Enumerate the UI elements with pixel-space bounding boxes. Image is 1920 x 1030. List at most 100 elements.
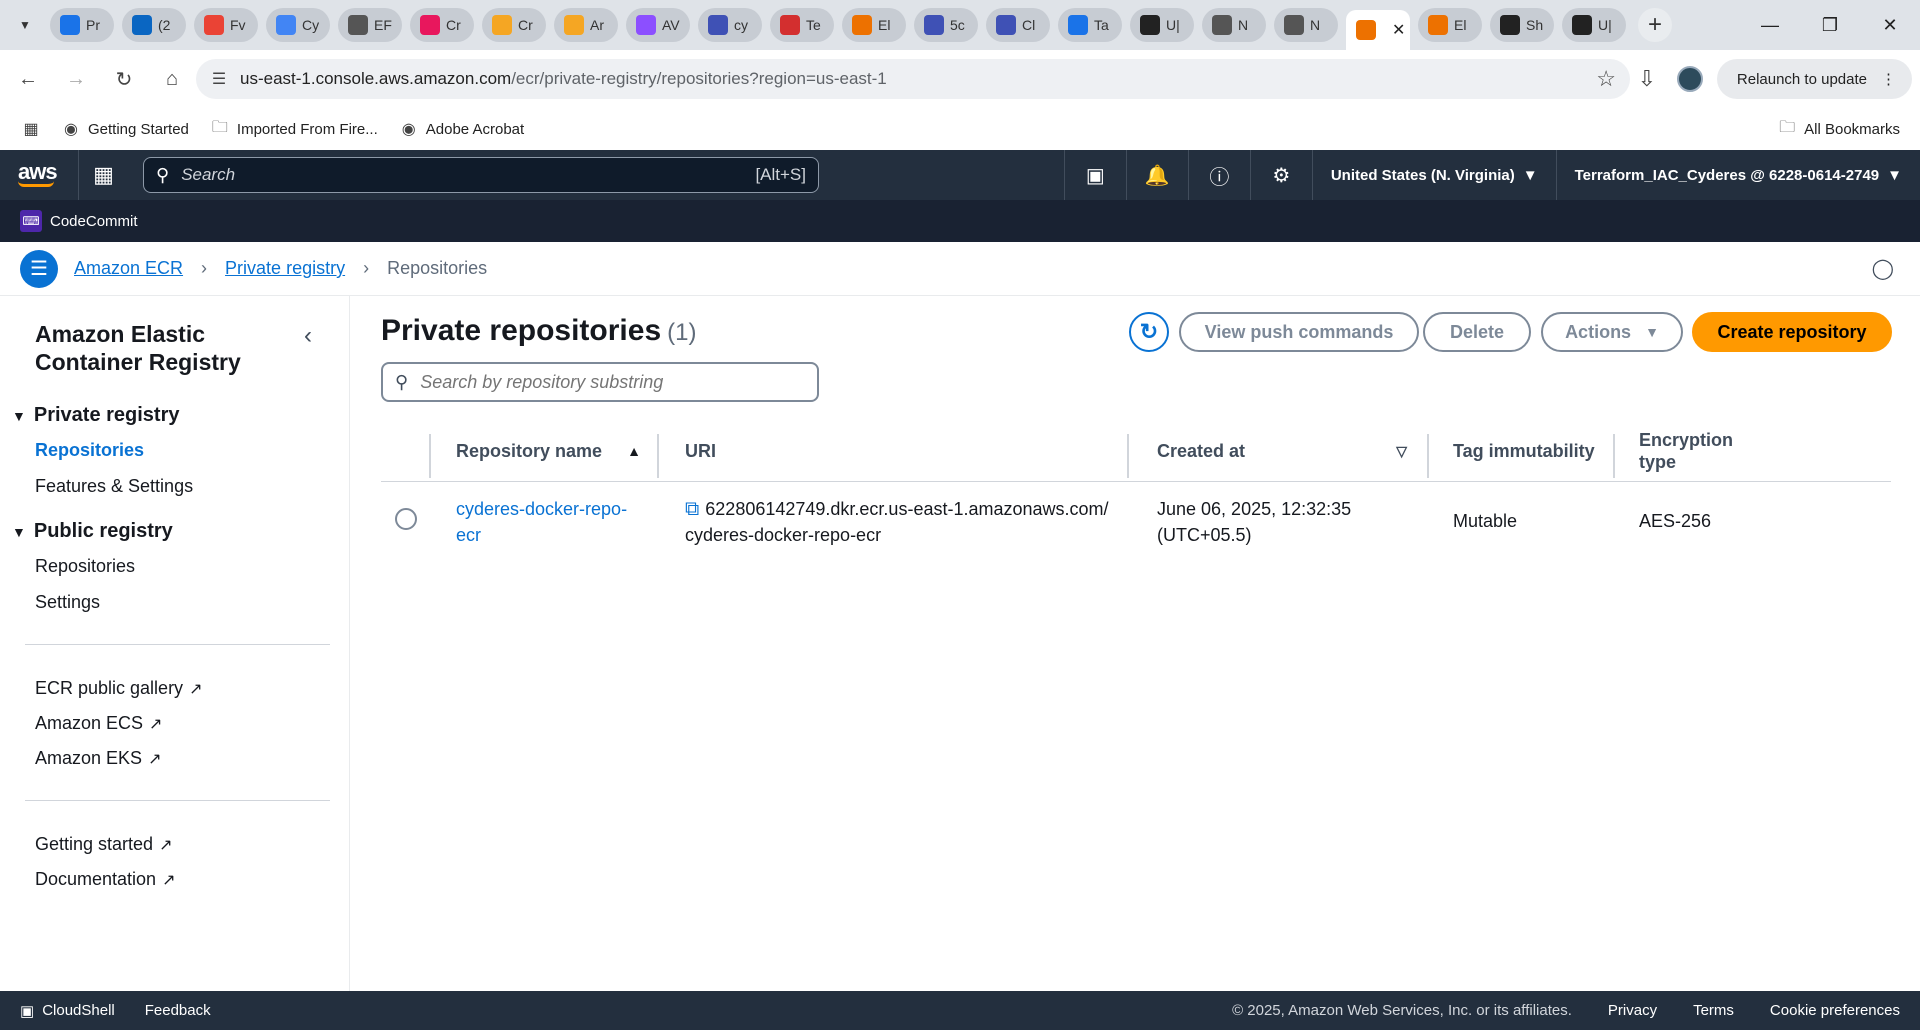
- column-header-uri[interactable]: URI: [685, 420, 716, 482]
- close-window-icon[interactable]: ✕: [1860, 15, 1920, 36]
- browser-tab[interactable]: EF: [338, 8, 402, 42]
- download-icon[interactable]: ⇩: [1627, 66, 1667, 92]
- column-header-created-at[interactable]: Created at ▽: [1157, 420, 1407, 482]
- bookmark-adobe-acrobat[interactable]: ◉ Adobe Acrobat: [400, 120, 524, 139]
- sidebar-item-public-settings[interactable]: Settings: [35, 592, 100, 613]
- column-header-repository-name[interactable]: Repository name ▲: [456, 420, 641, 482]
- repository-name-link[interactable]: cyderes-docker-repo-ecr: [456, 496, 636, 548]
- site-info-icon[interactable]: ☰: [206, 66, 232, 92]
- settings-gear-icon[interactable]: ⚙: [1249, 150, 1312, 200]
- browser-tab[interactable]: N: [1202, 8, 1266, 42]
- table-row[interactable]: cyderes-docker-repo-ecr ⧉ 622806142749.dk…: [381, 482, 1891, 558]
- browser-tab[interactable]: Pr: [50, 8, 114, 42]
- browser-tab[interactable]: U|: [1130, 8, 1194, 42]
- view-push-commands-button[interactable]: View push commands: [1179, 312, 1419, 352]
- url-text[interactable]: us-east-1.console.aws.amazon.com/ecr/pri…: [240, 69, 887, 89]
- sidebar-link-documentation[interactable]: Documentation ↗: [35, 869, 175, 890]
- tab-title: Sh: [1526, 17, 1544, 33]
- relaunch-button[interactable]: Relaunch to update ⋮: [1716, 59, 1912, 99]
- column-header-encryption-type[interactable]: Encryption type: [1639, 420, 1769, 482]
- sidebar-link-amazon-eks[interactable]: Amazon EKS ↗: [35, 748, 161, 769]
- browser-tab[interactable]: 5c: [914, 8, 978, 42]
- forward-icon[interactable]: →: [56, 59, 96, 99]
- menu-icon[interactable]: ☰: [20, 249, 58, 288]
- browser-tab[interactable]: El: [1418, 8, 1482, 42]
- cloudshell-button[interactable]: ▣ CloudShell: [20, 1002, 115, 1020]
- browser-tab[interactable]: El: [842, 8, 906, 42]
- address-bar[interactable]: ☰ us-east-1.console.aws.amazon.com/ecr/p…: [196, 59, 1630, 99]
- minimize-icon[interactable]: —: [1740, 15, 1800, 36]
- browser-tab[interactable]: Cy: [266, 8, 330, 42]
- sidebar-link-amazon-ecs[interactable]: Amazon ECS ↗: [35, 713, 162, 734]
- privacy-link[interactable]: Privacy: [1608, 1002, 1657, 1019]
- browser-tab[interactable]: Cr: [482, 8, 546, 42]
- close-tab-icon[interactable]: ✕: [1392, 20, 1405, 40]
- info-panel-icon[interactable]: ◯: [1872, 256, 1894, 281]
- aws-search-input[interactable]: ⚲ Search [Alt+S]: [143, 157, 819, 193]
- sort-descending-icon[interactable]: ▽: [1396, 443, 1407, 460]
- repository-search[interactable]: ⚲: [381, 362, 819, 402]
- codecommit-link[interactable]: CodeCommit: [50, 213, 138, 230]
- sidebar-item-features-settings[interactable]: Features & Settings: [35, 476, 193, 497]
- column-header-tag-immutability[interactable]: Tag immutability: [1453, 420, 1603, 482]
- create-repository-button[interactable]: Create repository: [1692, 312, 1892, 352]
- browser-tab[interactable]: AV: [626, 8, 690, 42]
- browser-tab[interactable]: Ta: [1058, 8, 1122, 42]
- external-link-icon: ↗: [159, 837, 173, 854]
- close-sidebar-icon[interactable]: ‹: [304, 322, 312, 350]
- bookmark-imported-folder[interactable]: 🗀 Imported From Fire...: [211, 119, 378, 138]
- bookmark-star-icon[interactable]: ☆: [1596, 66, 1616, 92]
- sidebar-section-public[interactable]: ▼ Public registry: [12, 520, 173, 543]
- row-select-radio[interactable]: [395, 508, 417, 530]
- delete-button[interactable]: Delete: [1423, 312, 1531, 352]
- sidebar-link-ecr-gallery[interactable]: ECR public gallery ↗: [35, 678, 202, 699]
- browser-tab[interactable]: (2: [122, 8, 186, 42]
- restore-icon[interactable]: ❐: [1800, 15, 1860, 36]
- browser-tab[interactable]: Te: [770, 8, 834, 42]
- reload-icon[interactable]: ↻: [104, 59, 144, 99]
- account-menu[interactable]: Terraform_IAC_Cyderes @ 6228-0614-2749 ▼: [1555, 150, 1920, 200]
- search-icon: ⚲: [156, 164, 170, 185]
- terms-link[interactable]: Terms: [1693, 1002, 1734, 1019]
- browser-tab[interactable]: Cl: [986, 8, 1050, 42]
- tab-search-chevron-icon[interactable]: ▼: [14, 14, 36, 36]
- feedback-link[interactable]: Feedback: [145, 1002, 211, 1019]
- cookie-preferences-link[interactable]: Cookie preferences: [1770, 1002, 1900, 1019]
- tab-favicon-icon: [1284, 15, 1304, 35]
- browser-tab[interactable]: ✕: [1346, 10, 1410, 50]
- sort-ascending-icon[interactable]: ▲: [627, 443, 641, 459]
- refresh-button[interactable]: ↻: [1129, 312, 1169, 352]
- tab-title: AV: [662, 17, 680, 33]
- all-bookmarks[interactable]: 🗀 All Bookmarks: [1778, 119, 1900, 138]
- browser-tab[interactable]: Ar: [554, 8, 618, 42]
- copy-icon[interactable]: ⧉: [685, 496, 699, 522]
- sidebar-item-public-repositories[interactable]: Repositories: [35, 556, 135, 577]
- help-icon[interactable]: ⓘ: [1187, 150, 1250, 200]
- notifications-bell-icon[interactable]: 🔔: [1125, 150, 1188, 200]
- browser-tab[interactable]: Fv: [194, 8, 258, 42]
- tab-favicon-icon: [564, 15, 584, 35]
- services-grid-icon[interactable]: ▦: [78, 150, 128, 200]
- sidebar-section-private[interactable]: ▼ Private registry: [12, 404, 180, 427]
- cloudshell-icon[interactable]: ▣: [1063, 150, 1126, 200]
- bookmark-getting-started[interactable]: ◉ Getting Started: [62, 120, 189, 139]
- browser-tab[interactable]: Sh: [1490, 8, 1554, 42]
- browser-tab[interactable]: Cr: [410, 8, 474, 42]
- region-selector[interactable]: United States (N. Virginia) ▼: [1311, 150, 1556, 200]
- back-icon[interactable]: ←: [8, 59, 48, 99]
- browser-tab[interactable]: U|: [1562, 8, 1626, 42]
- browser-tab[interactable]: N: [1274, 8, 1338, 42]
- actions-button[interactable]: Actions ▼: [1541, 312, 1683, 352]
- breadcrumb-amazon-ecr[interactable]: Amazon ECR: [74, 258, 183, 279]
- browser-tab[interactable]: cy: [698, 8, 762, 42]
- sidebar-link-getting-started[interactable]: Getting started ↗: [35, 834, 172, 855]
- aws-logo[interactable]: aws: [18, 161, 78, 187]
- sidebar-item-private-repositories[interactable]: Repositories: [35, 440, 144, 461]
- more-menu-icon[interactable]: ⋮: [1881, 70, 1896, 88]
- home-icon[interactable]: ⌂: [152, 59, 192, 99]
- profile-avatar[interactable]: [1676, 66, 1703, 92]
- breadcrumb-private-registry[interactable]: Private registry: [225, 258, 345, 279]
- apps-grid-icon[interactable]: ▦: [22, 120, 40, 138]
- repository-search-input[interactable]: [420, 371, 801, 393]
- new-tab-button[interactable]: +: [1638, 8, 1672, 42]
